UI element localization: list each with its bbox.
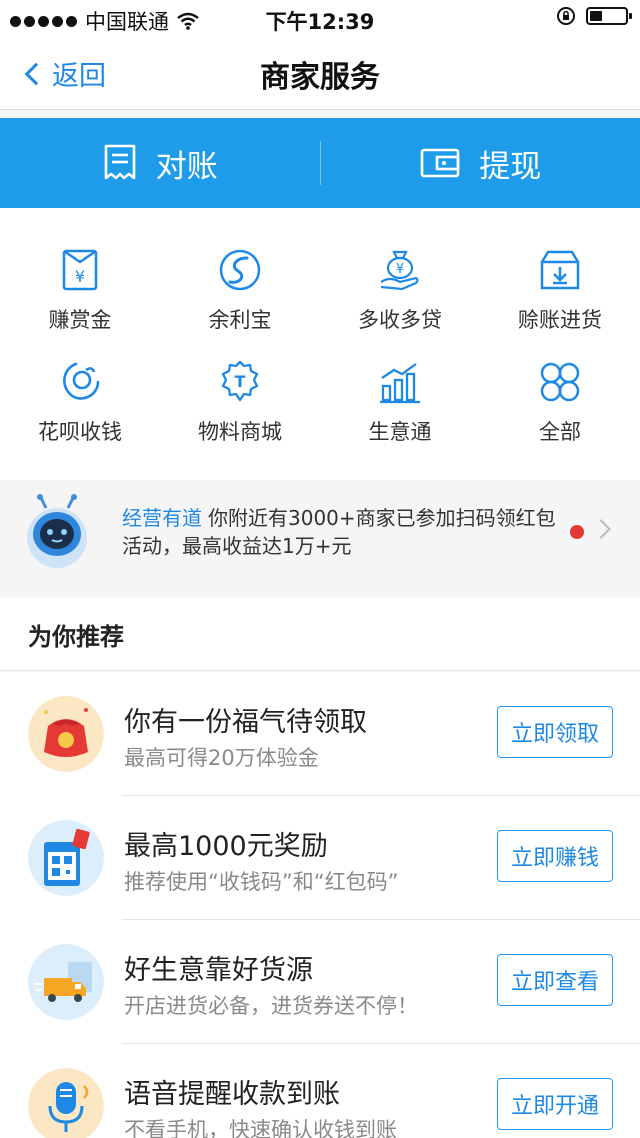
receipt-icon	[104, 144, 136, 180]
business-chart-icon	[380, 363, 420, 404]
grid-item-business[interactable]: 生意通	[320, 358, 480, 446]
all-apps-icon	[540, 362, 580, 402]
grid-item-credit[interactable]: 赊账进货	[480, 246, 640, 334]
list-item[interactable]: 你有一份福气待领取 最高可得20万体验金 立即领取	[0, 672, 640, 796]
earn-button[interactable]: 立即赚钱	[497, 830, 613, 882]
activate-button[interactable]: 立即开通	[497, 1078, 613, 1130]
section-title: 为你推荐	[28, 623, 124, 651]
microphone-icon	[28, 1068, 104, 1138]
page-title: 商家服务	[260, 60, 380, 95]
nav-bar: 返回 商家服务	[0, 36, 640, 110]
grid-item-yulibao[interactable]: 余利宝	[160, 246, 320, 334]
claim-button[interactable]: 立即领取	[497, 706, 613, 758]
item-title: 最高1000元奖励	[124, 831, 328, 862]
list-item[interactable]: 好生意靠好货源 开店进货必备，进货券送不停！ 立即查看	[0, 920, 640, 1044]
list-item[interactable]: 语音提醒收款到账 不看手机，快速确认收钱到账 立即开通	[0, 1044, 640, 1138]
materials-mall-icon: T	[221, 360, 259, 402]
item-subtitle: 最高可得20万体验金	[124, 746, 319, 770]
item-subtitle: 开店进货必备，进货券送不停！	[124, 994, 418, 1018]
notice-tag: 经营有道	[122, 506, 202, 530]
grid-label: 生意通	[368, 420, 432, 444]
orientation-lock-icon	[557, 7, 575, 25]
reward-envelope-icon: ¥	[62, 249, 98, 291]
battery-icon	[586, 7, 632, 25]
grid-item-all[interactable]: 全部	[480, 358, 640, 446]
huabei-icon	[63, 362, 100, 400]
view-button[interactable]: 立即查看	[497, 954, 613, 1006]
withdraw-label: 提现	[479, 148, 542, 185]
wallet-icon	[420, 148, 460, 178]
svg-text:¥: ¥	[75, 267, 85, 286]
grid-label: 赊账进货	[518, 308, 602, 332]
reconcile-label: 对账	[155, 148, 218, 185]
item-title: 你有一份福气待领取	[124, 707, 367, 738]
grid-label: 全部	[539, 420, 581, 444]
qr-code-icon	[28, 820, 104, 896]
grid-label: 多收多贷	[358, 308, 442, 332]
item-title: 好生意靠好货源	[124, 955, 313, 986]
grid-item-mall[interactable]: T 物料商城	[160, 358, 320, 446]
status-bar: 中国联通 下午12:39	[0, 0, 640, 36]
withdraw-button[interactable]: 提现	[321, 141, 640, 186]
grid-label: 物料商城	[198, 420, 282, 444]
recommend-header: 为你推荐	[0, 597, 640, 671]
list-item[interactable]: 最高1000元奖励 推荐使用“收钱码”和“红包码” 立即赚钱	[0, 796, 640, 920]
status-right	[556, 6, 632, 26]
action-banner: 对账 提现	[0, 118, 640, 208]
robot-mascot-icon	[27, 494, 87, 568]
red-envelope-icon	[28, 696, 104, 772]
credit-box-icon	[540, 250, 580, 290]
item-subtitle: 推荐使用“收钱码”和“红包码”	[124, 870, 399, 894]
grid-item-reward[interactable]: ¥ 赚赏金	[0, 246, 160, 334]
grid-item-loan[interactable]: ¥ 多收多贷	[320, 246, 480, 334]
grid-label: 余利宝	[208, 308, 272, 332]
grid-label: 赚赏金	[48, 308, 112, 332]
grid-item-huabei[interactable]: 花呗收钱	[0, 358, 160, 446]
yulibao-icon	[219, 249, 261, 291]
battery-fill	[590, 11, 602, 21]
svg-text:¥: ¥	[396, 262, 404, 277]
item-title: 语音提醒收款到账	[124, 1079, 340, 1110]
service-grid: ¥ 赚赏金 余利宝 ¥ 多收多贷 赊账进货 花呗收钱 T 物料商城 生意通 全部	[0, 208, 640, 480]
recommend-list: 你有一份福气待领取 最高可得20万体验金 立即领取 最高1000元奖励 推荐使用…	[0, 672, 640, 1138]
svg-text:T: T	[235, 372, 246, 391]
notice-banner[interactable]: 经营有道 你附近有3000+商家已参加扫码领红包活动，最高收益达1万+元	[0, 482, 640, 580]
grid-label: 花呗收钱	[38, 420, 122, 444]
loan-money-bag-icon: ¥	[380, 250, 419, 291]
unread-dot	[570, 525, 584, 539]
status-time: 下午12:39	[265, 10, 375, 34]
notice-text-block: 经营有道 你附近有3000+商家已参加扫码领红包活动，最高收益达1万+元	[122, 504, 562, 560]
delivery-truck-icon	[28, 944, 104, 1020]
item-subtitle: 不看手机，快速确认收钱到账	[124, 1118, 397, 1138]
reconcile-button[interactable]: 对账	[0, 141, 320, 186]
